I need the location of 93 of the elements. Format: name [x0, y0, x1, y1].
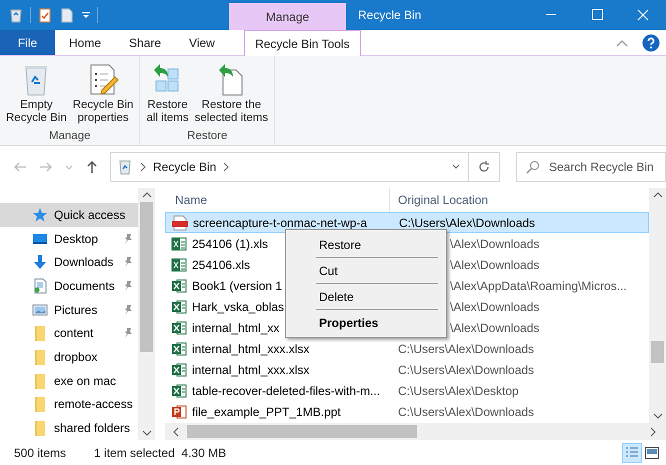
original-location: \Alex\Downloads [450, 320, 540, 334]
file-name: screencapture-t-onmac-net-wp-a [193, 216, 368, 230]
powerpoint-file-icon [171, 404, 187, 420]
nav-item[interactable]: Desktop [0, 226, 138, 250]
nav-item[interactable]: exe on mac [0, 368, 138, 393]
scrollbar[interactable] [165, 423, 666, 440]
scrollbar-thumb[interactable] [140, 202, 153, 352]
file-name: internal_html_xxx.xlsx [192, 342, 310, 356]
original-location: C:\Users\Alex\Downloads [399, 216, 536, 230]
original-location: C:\Users\Alex\Downloads [398, 342, 534, 356]
properties-icon[interactable] [37, 7, 53, 23]
nav-item[interactable]: dropbox [0, 345, 138, 369]
contextual-tab-header: Manage [229, 3, 346, 30]
file-name: Book1 (version 1 [192, 278, 282, 292]
star-icon [32, 206, 48, 223]
ribbon-button[interactable]: Restore all items [143, 58, 192, 130]
folder-icon [32, 396, 48, 412]
scroll-up-icon[interactable] [142, 192, 152, 198]
item-count: 500 items [14, 446, 66, 460]
address-bar[interactable]: Recycle Bin [110, 152, 500, 182]
ribbon-button[interactable]: Recycle Bin properties [70, 58, 136, 130]
breadcrumb[interactable]: Recycle Bin [153, 160, 216, 174]
window-title: Recycle Bin [357, 7, 422, 24]
file-name: internal_html_xxx.xlsx [192, 362, 310, 376]
nav-item[interactable]: remote-access [0, 392, 138, 416]
excel-file-icon [171, 362, 187, 378]
folder-icon [32, 325, 48, 342]
chevron-icon [223, 162, 230, 172]
ribbon-button[interactable]: Restore the selected items [192, 58, 272, 130]
details-view-button[interactable] [622, 442, 642, 462]
collapse-ribbon-icon[interactable] [616, 38, 628, 46]
nav-item[interactable]: Quick access [0, 203, 138, 227]
selection-info: 1 item selected 4.30 MB [94, 446, 226, 460]
file-name: Hark_vska_oblas [192, 300, 284, 314]
chevron-icon [140, 162, 146, 172]
excel-file-icon [171, 278, 187, 294]
file-tab[interactable]: File [0, 30, 55, 55]
original-location: \Alex\Downloads [450, 236, 540, 250]
excel-file-icon [171, 298, 187, 314]
folder-icon [32, 372, 48, 389]
search-field[interactable]: Search Recycle Bin [516, 152, 666, 182]
nav-item[interactable]: Downloads [0, 250, 138, 274]
original-location: \Alex\AppData\Roaming\Micros... [450, 278, 627, 292]
file-name: table-recover-deleted-files-with-m... [192, 384, 380, 398]
recycle-bin-icon [8, 7, 24, 23]
nav-item[interactable]: shared folders [0, 416, 138, 440]
scrollbar[interactable] [138, 188, 155, 440]
original-location: \Alex\Downloads [450, 258, 540, 272]
dropdown-icon[interactable] [81, 10, 91, 20]
documents-icon [32, 278, 48, 294]
menu-item[interactable]: Cut [286, 258, 446, 283]
original-location: C:\Users\Alex\Downloads [398, 362, 534, 376]
file-name: internal_html_xx [192, 320, 280, 334]
menu-item[interactable]: Properties [286, 310, 446, 335]
pdf-file-icon [172, 214, 188, 230]
original-location: C:\Users\Alex\Desktop [398, 384, 519, 398]
scroll-up-icon[interactable] [652, 192, 662, 198]
ribbon-group-label: Restore [186, 130, 228, 144]
ribbon-tab[interactable]: Recycle Bin Tools [244, 30, 361, 56]
excel-file-icon [171, 340, 187, 356]
download-icon [32, 254, 48, 270]
scroll-right-icon[interactable] [650, 426, 656, 436]
menu-item[interactable]: Restore [286, 232, 446, 257]
image-icon [644, 444, 660, 460]
selected-row[interactable]: screencapture-t-onmac-net-wp-a C:\Users\Alex\Downloads [165, 212, 649, 233]
refresh-icon [477, 160, 491, 174]
ribbon-button[interactable]: Empty Recycle Bin [3, 58, 70, 130]
nav-item[interactable]: content [0, 322, 138, 346]
pictures-icon [32, 302, 48, 318]
scrollbar-thumb[interactable] [187, 425, 417, 438]
file-name: 254106.xls [192, 258, 250, 272]
file-name: 254106 (1).xls [192, 236, 268, 250]
scroll-left-icon[interactable] [173, 426, 179, 436]
menu-item[interactable]: Delete [286, 284, 446, 309]
excel-file-icon [171, 320, 187, 336]
folder-icon [32, 420, 48, 436]
original-location: C:\Users\Alex\Downloads [398, 404, 534, 418]
help-icon[interactable] [642, 34, 660, 52]
scrollbar[interactable] [649, 188, 666, 423]
column-header[interactable]: Original Location [390, 193, 488, 207]
nav-item[interactable]: Pictures [0, 298, 138, 322]
spreadsheet-file-icon [171, 236, 187, 252]
folder-icon [32, 349, 48, 366]
original-location: \Alex\Downloads [450, 300, 540, 314]
ribbon-group-label: Manage [48, 130, 92, 144]
recycle-bin-icon [117, 159, 133, 175]
scroll-down-icon[interactable] [652, 413, 662, 419]
file-name: file_example_PPT_1MB.ppt [192, 404, 341, 418]
spreadsheet-file-icon [171, 256, 187, 272]
scroll-down-icon[interactable] [142, 430, 152, 436]
scrollbar-thumb[interactable] [651, 341, 664, 363]
excel-file-icon [171, 382, 187, 398]
nav-item[interactable]: Documents [0, 274, 138, 298]
